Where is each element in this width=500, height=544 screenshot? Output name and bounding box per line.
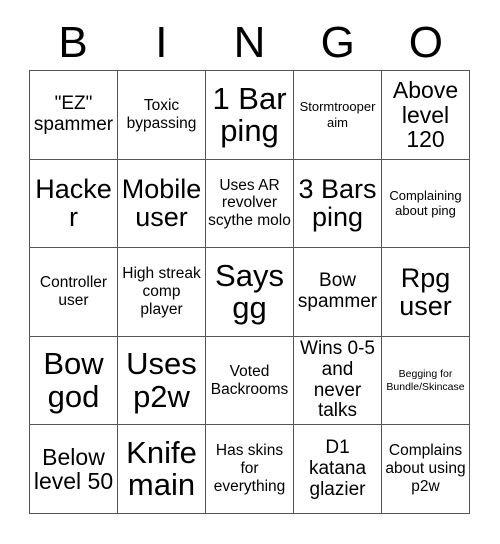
bingo-cell-g2[interactable]: 3 Bars ping: [294, 159, 382, 249]
bingo-header-letter-g: G: [320, 18, 355, 67]
bingo-cell-n5[interactable]: Has skins for everything: [206, 425, 294, 514]
bingo-header-letter-i: I: [155, 18, 168, 67]
bingo-cell-g5[interactable]: D1 katana glazier: [294, 425, 382, 514]
bingo-cell-b5[interactable]: Below level 50: [30, 425, 118, 514]
bingo-grid: "EZ" spammer Toxic bypassing 1 Bar ping …: [29, 70, 470, 514]
bingo-cell-label: D1 katana glazier: [308, 436, 367, 500]
bingo-cell-b2[interactable]: Hacker: [30, 159, 118, 249]
bingo-cell-i1[interactable]: Toxic bypassing: [118, 71, 206, 160]
bingo-cell-label: Below level 50: [33, 443, 114, 495]
bingo-cell-label: Begging for Bundle/Skincase: [386, 368, 465, 393]
bingo-cell-label: "EZ" spammer: [33, 92, 114, 135]
bingo-cell-o3[interactable]: Rpg user: [382, 248, 470, 337]
bingo-cell-label: Wins 0-5 and never talks: [300, 337, 375, 422]
bingo-cell-n4[interactable]: Voted Backrooms: [206, 336, 294, 426]
bingo-header-letter-o: O: [408, 18, 444, 67]
bingo-card: B I N G O "EZ" spammer Toxic bypassing 1…: [0, 0, 500, 544]
bingo-cell-b3[interactable]: Controller user: [30, 248, 118, 337]
bingo-cell-i5[interactable]: Knife main: [118, 425, 206, 514]
bingo-cell-label: Toxic bypassing: [126, 96, 197, 132]
bingo-cell-label: Bow god: [43, 346, 104, 414]
bingo-cell-o4[interactable]: Begging for Bundle/Skincase: [382, 336, 470, 426]
bingo-cell-label: Stormtrooper aim: [299, 99, 376, 130]
bingo-cell-label: Has skins for everything: [213, 442, 286, 496]
bingo-cell-label: Above level 120: [392, 77, 459, 152]
bingo-cell-n2[interactable]: Uses AR revolver scythe molo: [206, 159, 294, 249]
bingo-header-letter-b: B: [58, 18, 88, 67]
bingo-cell-label: Complains about using p2w: [385, 442, 466, 496]
bingo-cell-o2[interactable]: Complaining about ping: [382, 159, 470, 249]
bingo-cell-label: 1 Bar ping: [212, 80, 287, 148]
bingo-cell-g4[interactable]: Wins 0-5 and never talks: [294, 336, 382, 426]
bingo-cell-label: Mobile user: [121, 174, 202, 233]
bingo-cell-b4[interactable]: Bow god: [30, 336, 118, 426]
bingo-cell-label: Bow spammer: [297, 270, 378, 312]
bingo-cell-label: Voted Backrooms: [210, 362, 289, 398]
bingo-cell-label: Uses AR revolver scythe molo: [208, 176, 291, 230]
bingo-cell-label: High streak comp player: [122, 265, 201, 318]
bingo-cell-n3[interactable]: Says gg: [206, 248, 294, 337]
bingo-cell-label: Controller user: [39, 274, 108, 309]
bingo-cell-label: Complaining about ping: [389, 188, 462, 219]
bingo-cell-label: 3 Bars ping: [298, 174, 377, 233]
bingo-cell-label: Knife main: [126, 434, 197, 503]
bingo-cell-label: Says gg: [215, 257, 284, 325]
bingo-cell-o5[interactable]: Complains about using p2w: [382, 425, 470, 514]
bingo-header-row: B I N G O: [29, 16, 470, 70]
bingo-cell-n1[interactable]: 1 Bar ping: [206, 71, 294, 160]
bingo-header-letter-n: N: [233, 18, 266, 67]
bingo-cell-label: Rpg user: [399, 262, 452, 321]
bingo-cell-o1[interactable]: Above level 120: [382, 71, 470, 160]
bingo-cell-i4[interactable]: Uses p2w: [118, 336, 206, 426]
bingo-cell-b1[interactable]: "EZ" spammer: [30, 71, 118, 160]
bingo-cell-label: Uses p2w: [126, 346, 197, 414]
bingo-cell-i2[interactable]: Mobile user: [118, 159, 206, 249]
bingo-cell-g3[interactable]: Bow spammer: [294, 248, 382, 337]
bingo-cell-label: Hacker: [35, 174, 112, 233]
bingo-cell-i3[interactable]: High streak comp player: [118, 248, 206, 337]
bingo-cell-g1[interactable]: Stormtrooper aim: [294, 71, 382, 160]
